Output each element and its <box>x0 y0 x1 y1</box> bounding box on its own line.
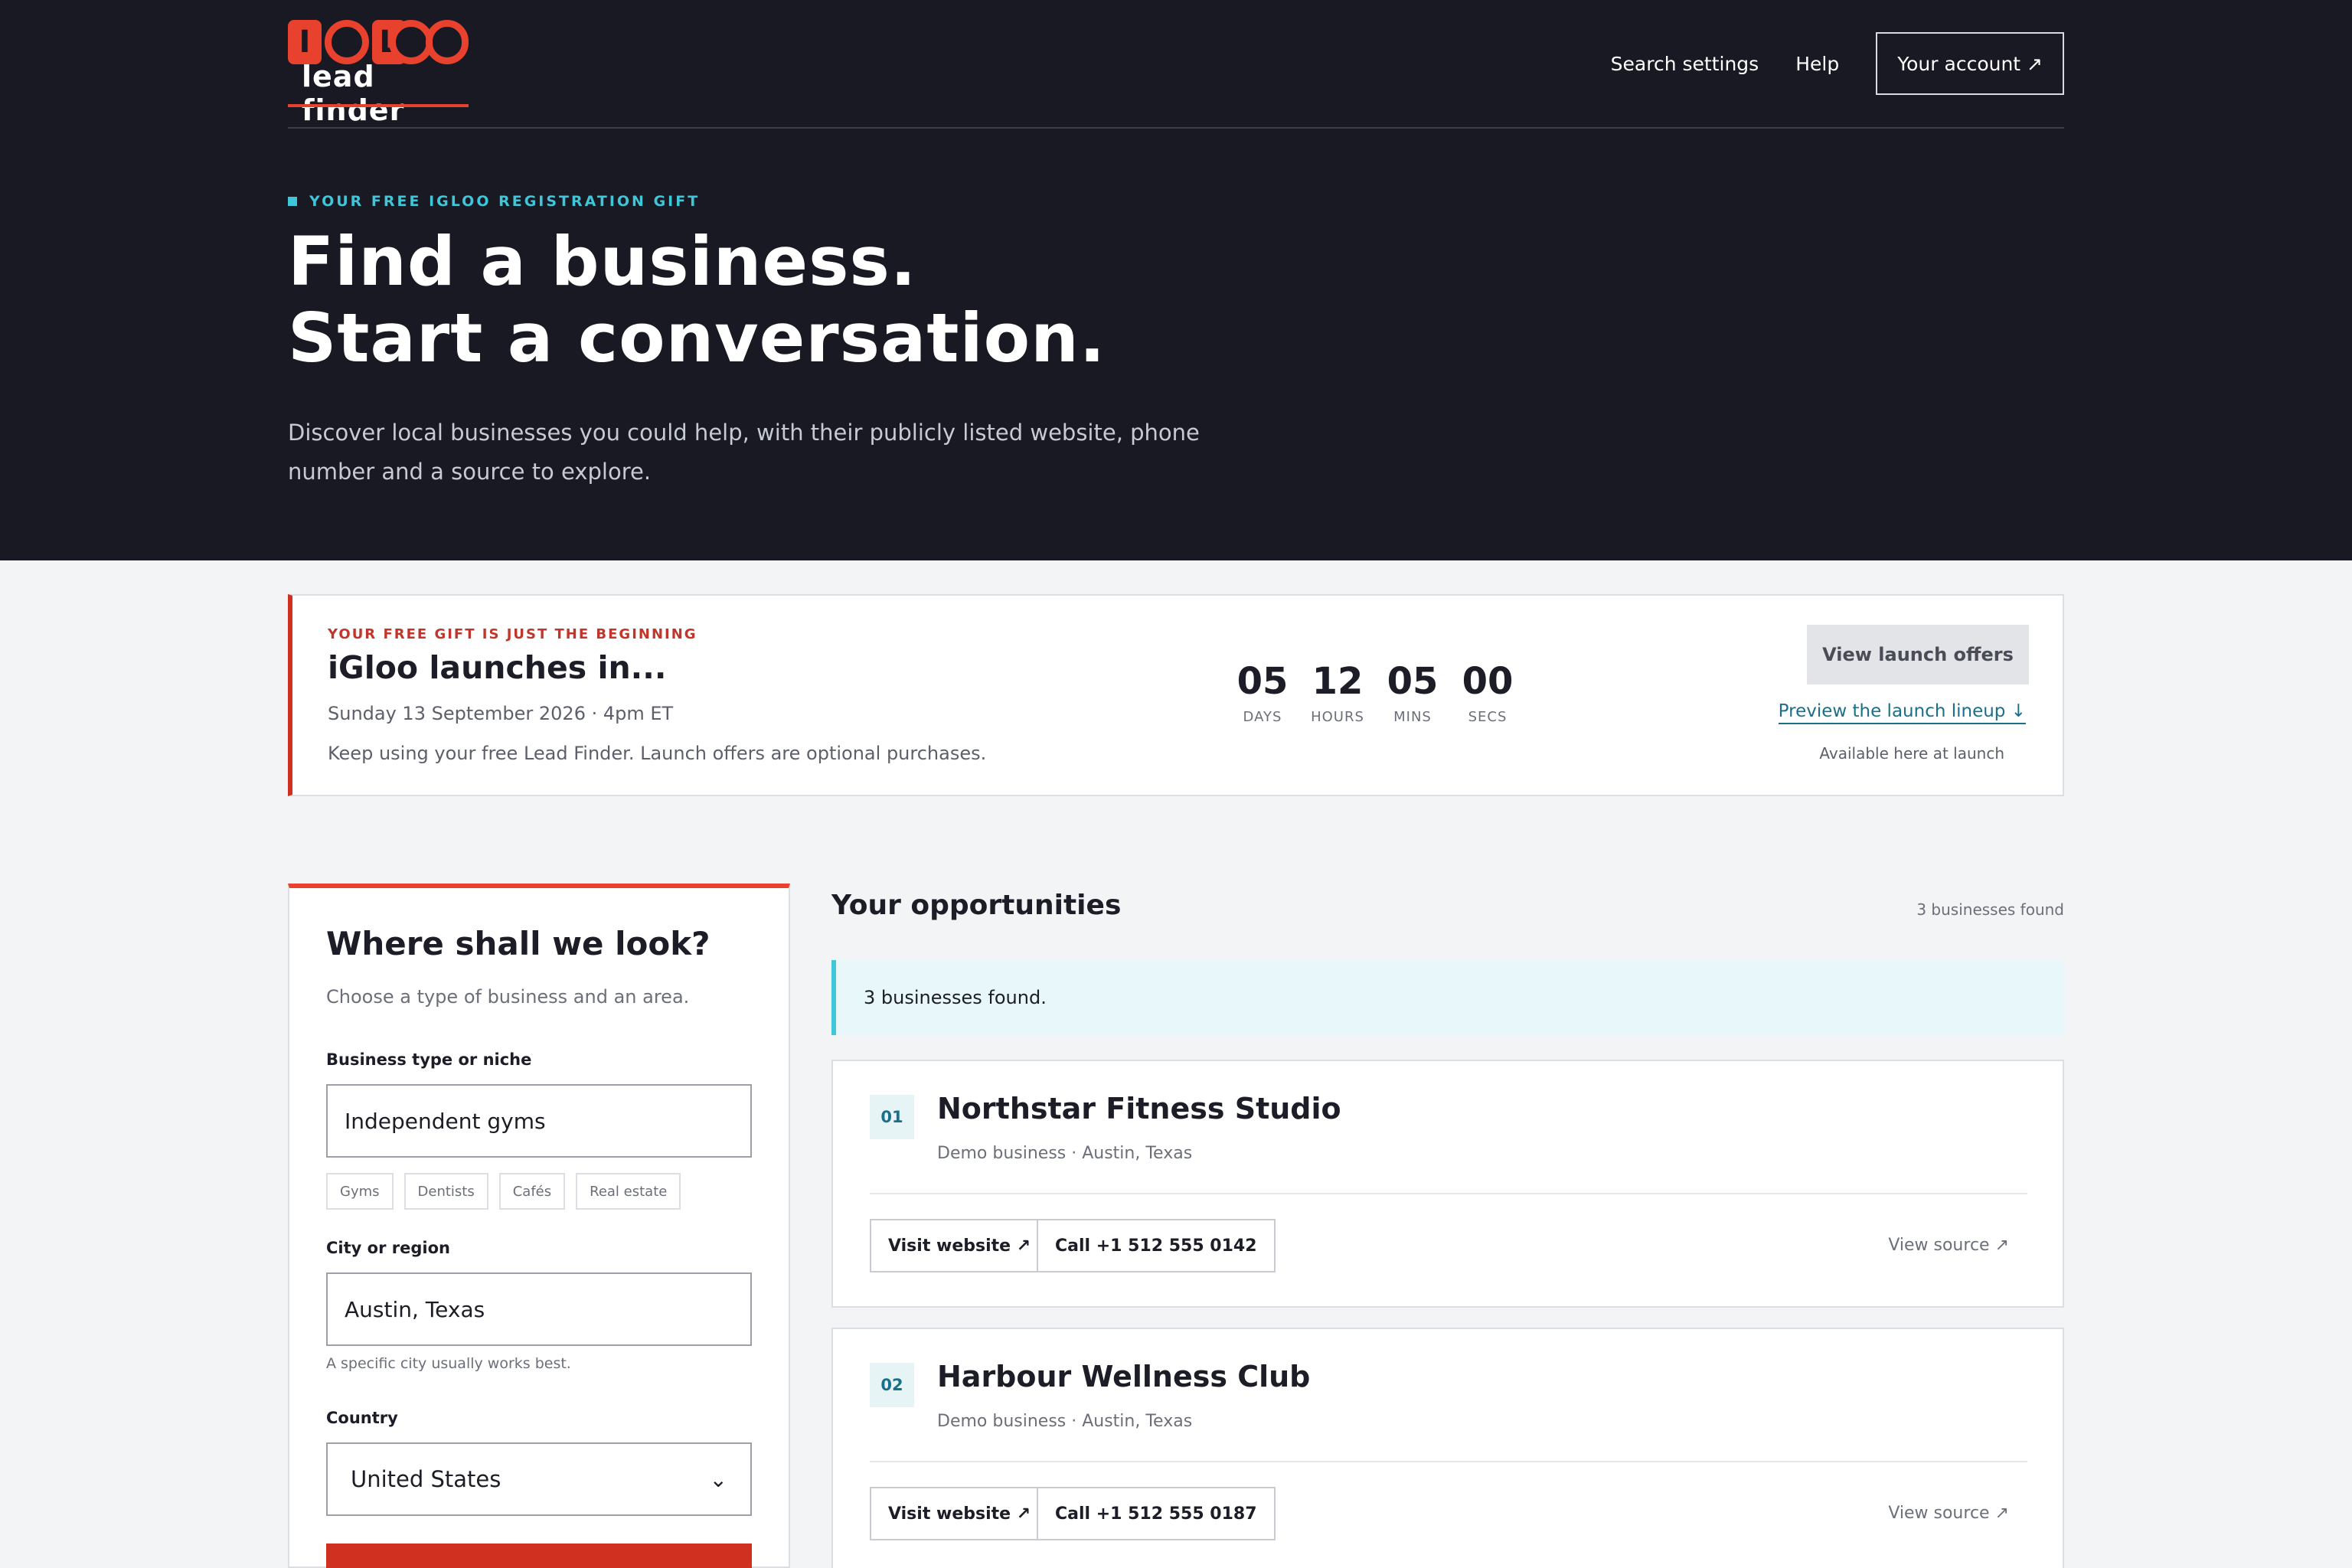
card-divider <box>870 1461 2027 1462</box>
hero-eyebrow: YOUR FREE IGLOO REGISTRATION GIFT <box>288 193 700 210</box>
business-meta: Demo business · Austin, Texas <box>937 1144 1193 1163</box>
search-panel-subtitle: Choose a type of business and an area. <box>326 986 690 1008</box>
business-chips: Gyms Dentists Cafés Real estate <box>326 1173 691 1210</box>
countdown-value: 12 <box>1312 660 1364 703</box>
countdown-label: SECS <box>1468 709 1508 725</box>
results-notice: 3 businesses found. <box>831 960 2064 1035</box>
launch-card: YOUR FREE GIFT IS JUST THE BEGINNING iGl… <box>288 594 2064 796</box>
view-source-link[interactable]: View source ↗ <box>1888 1236 2009 1255</box>
logo-letter-o2 <box>426 20 469 64</box>
hero-title-line2: Start a conversation. <box>288 299 1106 377</box>
logo-letter-i: I <box>288 20 322 64</box>
countdown-hours: 12 HOURS <box>1300 658 1375 725</box>
chip-real-estate[interactable]: Real estate <box>576 1173 681 1210</box>
call-button[interactable]: Call +1 512 555 0142 <box>1037 1219 1276 1272</box>
hero-subtitle: Discover local businesses you could help… <box>288 420 1200 485</box>
visit-website-button[interactable]: Visit website ↗ <box>870 1219 1050 1272</box>
business-meta: Demo business · Austin, Texas <box>937 1412 1193 1431</box>
chevron-down-icon: ⌄ <box>709 1466 727 1492</box>
nav-links: Search settings Help Your account ↗ <box>1611 32 2064 95</box>
logo-text: lead finder <box>302 60 405 127</box>
igloo-logo[interactable]: I L lead finder <box>288 20 469 127</box>
hero-section: I L lead finder Search settings Help You… <box>0 0 2352 560</box>
top-nav: I L lead finder Search settings Help You… <box>288 0 2064 129</box>
country-select[interactable]: United States ⌄ <box>326 1442 752 1516</box>
nav-search-settings[interactable]: Search settings <box>1611 53 1759 75</box>
logo-letter-g <box>325 20 369 64</box>
hero-eyebrow-text: YOUR FREE IGLOO REGISTRATION GIFT <box>309 193 701 210</box>
preview-launch-lineup-link[interactable]: Preview the launch lineup ↓ <box>1778 701 2026 724</box>
search-panel: Where shall we look? Choose a type of bu… <box>288 884 790 1568</box>
result-card: 02 Harbour Wellness Club Demo business ·… <box>831 1328 2064 1568</box>
countdown-days: 05 DAYS <box>1225 658 1300 725</box>
result-card: 01 Northstar Fitness Studio Demo busines… <box>831 1060 2064 1308</box>
logo-underline <box>288 104 469 107</box>
countdown-label: DAYS <box>1243 709 1282 725</box>
result-rank: 01 <box>870 1095 914 1139</box>
nav-help[interactable]: Help <box>1795 53 1839 75</box>
hero-title: Find a business. Start a conversation. <box>288 224 1106 377</box>
countdown: 05 DAYS 12 HOURS 05 MINS 00 SECS <box>1225 658 1525 725</box>
countdown-label: MINS <box>1393 709 1432 725</box>
square-icon <box>288 197 297 206</box>
business-name: Northstar Fitness Studio <box>937 1092 1341 1125</box>
chip-gyms[interactable]: Gyms <box>326 1173 394 1210</box>
hero-title-line1: Find a business. <box>288 222 917 301</box>
business-type-input[interactable] <box>326 1084 752 1158</box>
launch-date: Sunday 13 September 2026 · 4pm ET <box>328 703 674 724</box>
country-select-value: United States <box>351 1466 501 1492</box>
business-name: Harbour Wellness Club <box>937 1360 1311 1393</box>
result-rank: 02 <box>870 1363 914 1407</box>
chip-cafes[interactable]: Cafés <box>498 1173 566 1210</box>
countdown-mins: 05 MINS <box>1375 658 1450 725</box>
country-label: Country <box>326 1409 398 1427</box>
card-divider <box>870 1193 2027 1194</box>
countdown-label: HOURS <box>1311 709 1364 725</box>
chip-dentists[interactable]: Dentists <box>403 1173 488 1210</box>
view-source-link[interactable]: View source ↗ <box>1888 1504 2009 1523</box>
call-button[interactable]: Call +1 512 555 0187 <box>1037 1487 1276 1540</box>
visit-website-button[interactable]: Visit website ↗ <box>870 1487 1050 1540</box>
business-type-label: Business type or niche <box>326 1050 532 1069</box>
available-note: Available here at launch <box>1819 744 2004 763</box>
find-businesses-button[interactable] <box>326 1544 752 1568</box>
launch-title: iGloo launches in... <box>328 649 667 686</box>
search-panel-title: Where shall we look? <box>326 925 710 962</box>
city-label: City or region <box>326 1239 450 1257</box>
logo-tiles: I L <box>288 20 469 64</box>
countdown-secs: 00 SECS <box>1450 658 1525 725</box>
results-count: 3 businesses found <box>1916 900 2064 919</box>
view-launch-offers-button[interactable]: View launch offers <box>1807 625 2029 684</box>
results-title: Your opportunities <box>831 890 1122 921</box>
city-hint: A specific city usually works best. <box>326 1355 571 1372</box>
launch-note: Keep using your free Lead Finder. Launch… <box>328 743 987 764</box>
countdown-value: 05 <box>1236 660 1289 703</box>
countdown-value: 05 <box>1387 660 1439 703</box>
countdown-value: 00 <box>1462 660 1514 703</box>
city-input[interactable] <box>326 1272 752 1346</box>
launch-eyebrow: YOUR FREE GIFT IS JUST THE BEGINNING <box>328 626 697 642</box>
your-account-button[interactable]: Your account ↗ <box>1876 32 2064 95</box>
